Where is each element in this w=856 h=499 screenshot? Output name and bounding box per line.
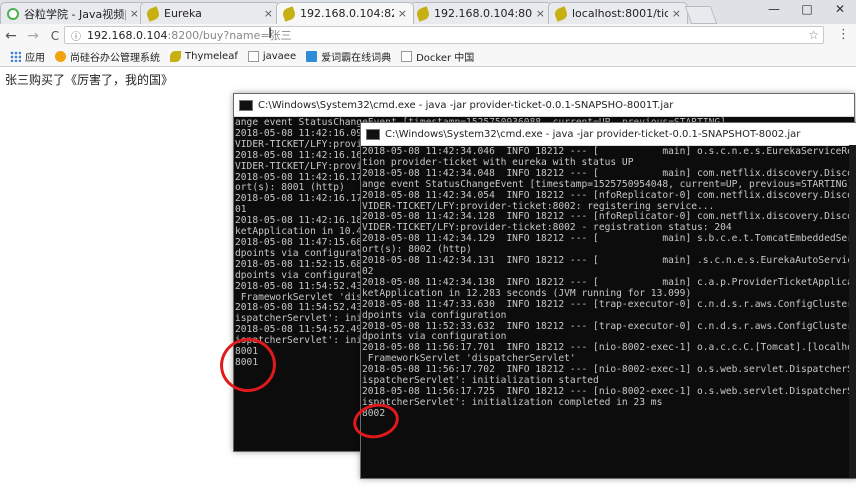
tab-label: 192.168.0.104:8200/bu [300,7,394,20]
back-icon[interactable]: ← [0,28,22,44]
bookmark-label: Docker 中国 [416,53,475,64]
tab-ticket-8001[interactable]: 192.168.0.104:8001/tic × [410,2,552,24]
tab-localhost-ticket[interactable]: localhost:8001/ticket × [548,2,688,24]
close-icon[interactable]: × [130,7,139,20]
cmd-icon [239,99,253,111]
tab-label: Eureka [164,7,202,20]
tab-strip: 谷粒学院 - Java视频|HT × Eureka × 192.168.0.10… [0,0,856,24]
console-title: C:\Windows\System32\cmd.exe - java -jar … [258,99,674,111]
menu-icon[interactable]: ⋮ [837,27,850,42]
tab-label: localhost:8001/ticket [572,7,668,20]
tab-label: 192.168.0.104:8001/tic [434,7,532,20]
leaf-icon [145,5,161,22]
new-tab-button[interactable] [684,6,718,24]
bookmark-office[interactable]: 尚硅谷办公管理系统 [55,49,160,64]
close-icon[interactable]: × [264,7,273,20]
cmd-icon [366,128,380,140]
reload-icon[interactable]: C [44,29,66,43]
close-icon[interactable]: × [398,7,407,20]
leaf-icon [281,5,297,22]
console-log-line: dpoints via configuration [362,309,507,321]
docker-icon [401,51,413,62]
bookmark-label: 爱词霸在线词典 [321,53,392,64]
bookmark-label: Thymeleaf [185,51,238,62]
bookmark-label: 应用 [25,53,45,64]
uu-icon [55,51,66,62]
console-title: C:\Windows\System32\cmd.exe - java -jar … [385,128,801,140]
console-log-line: 8002 [362,407,386,419]
doc-icon [247,51,259,62]
leaf-icon [553,5,569,22]
console-window-8002[interactable]: C:\Windows\System32\cmd.exe - java -jar … [360,122,856,479]
bookmark-thymeleaf[interactable]: Thymeleaf [170,51,238,62]
bookmark-docker[interactable]: Docker 中国 [401,49,474,64]
minimize-icon[interactable]: — [762,2,786,16]
console-titlebar[interactable]: C:\Windows\System32\cmd.exe - java -jar … [234,94,854,117]
browser-toolbar: ← → C ⓘ 192.168.0.104:8200/buy?name=张三 ☆… [0,24,856,47]
tab-buy-8200[interactable]: 192.168.0.104:8200/bu × [276,2,414,24]
close-icon[interactable]: × [672,7,681,20]
bookmark-iciba[interactable]: 爱词霸在线词典 [306,49,391,64]
console-log-line: 2018-05-08 11:47:33.630 INFO 18212 --- [… [362,298,856,310]
console-log: 2018-05-08 11:42:34.046 INFO 18212 --- [… [361,146,856,421]
info-icon[interactable]: ⓘ [69,28,83,43]
close-icon[interactable]: × [536,7,545,20]
console-log-line: ispatcherServlet': initialization comple… [362,396,663,408]
address-path: :8200/buy?name=张三 [167,29,292,42]
bookmark-apps[interactable]: 应用 [10,49,45,64]
console-log-line: 2018-05-08 11:42:34.131 INFO 18212 --- [… [362,255,856,267]
console-scrollbar[interactable] [849,145,856,478]
forward-icon[interactable]: → [22,28,44,44]
bookmark-label: javaee [262,51,297,62]
text-cursor-icon: I [268,26,273,42]
console-titlebar[interactable]: C:\Windows\System32\cmd.exe - java -jar … [361,123,856,146]
maximize-icon[interactable]: □ [795,2,819,16]
tab-eureka[interactable]: Eureka × [140,2,280,24]
address-host: 192.168.0.104 [87,28,168,42]
leaf-icon [170,51,181,62]
g-circle-icon [7,7,19,20]
bookmarks-bar: 应用 尚硅谷办公管理系统 Thymeleaf javaee 爱词霸在线词典 Do… [0,47,856,67]
purchase-result-text: 张三购买了《厉害了，我的国》 [5,73,174,87]
tab-guli[interactable]: 谷粒学院 - Java视频|HT × [0,2,146,24]
address-bar[interactable]: ⓘ 192.168.0.104:8200/buy?name=张三 ☆ [64,26,824,44]
star-icon[interactable]: ☆ [808,28,819,42]
bookmark-label: 尚硅谷办公管理系统 [70,53,160,64]
tab-label: 谷粒学院 - Java视频|HT [24,7,126,21]
image-icon [306,51,318,62]
console-log-line: ange event StatusChangeEvent [timestamp=… [362,178,853,190]
leaf-icon [415,5,431,22]
apps-icon [10,51,21,62]
close-window-icon[interactable]: ✕ [828,2,852,16]
bookmark-javaee[interactable]: javaee [247,51,297,62]
console-log-line: 2018-05-08 11:42:34.054 INFO 18212 --- [… [362,189,856,201]
